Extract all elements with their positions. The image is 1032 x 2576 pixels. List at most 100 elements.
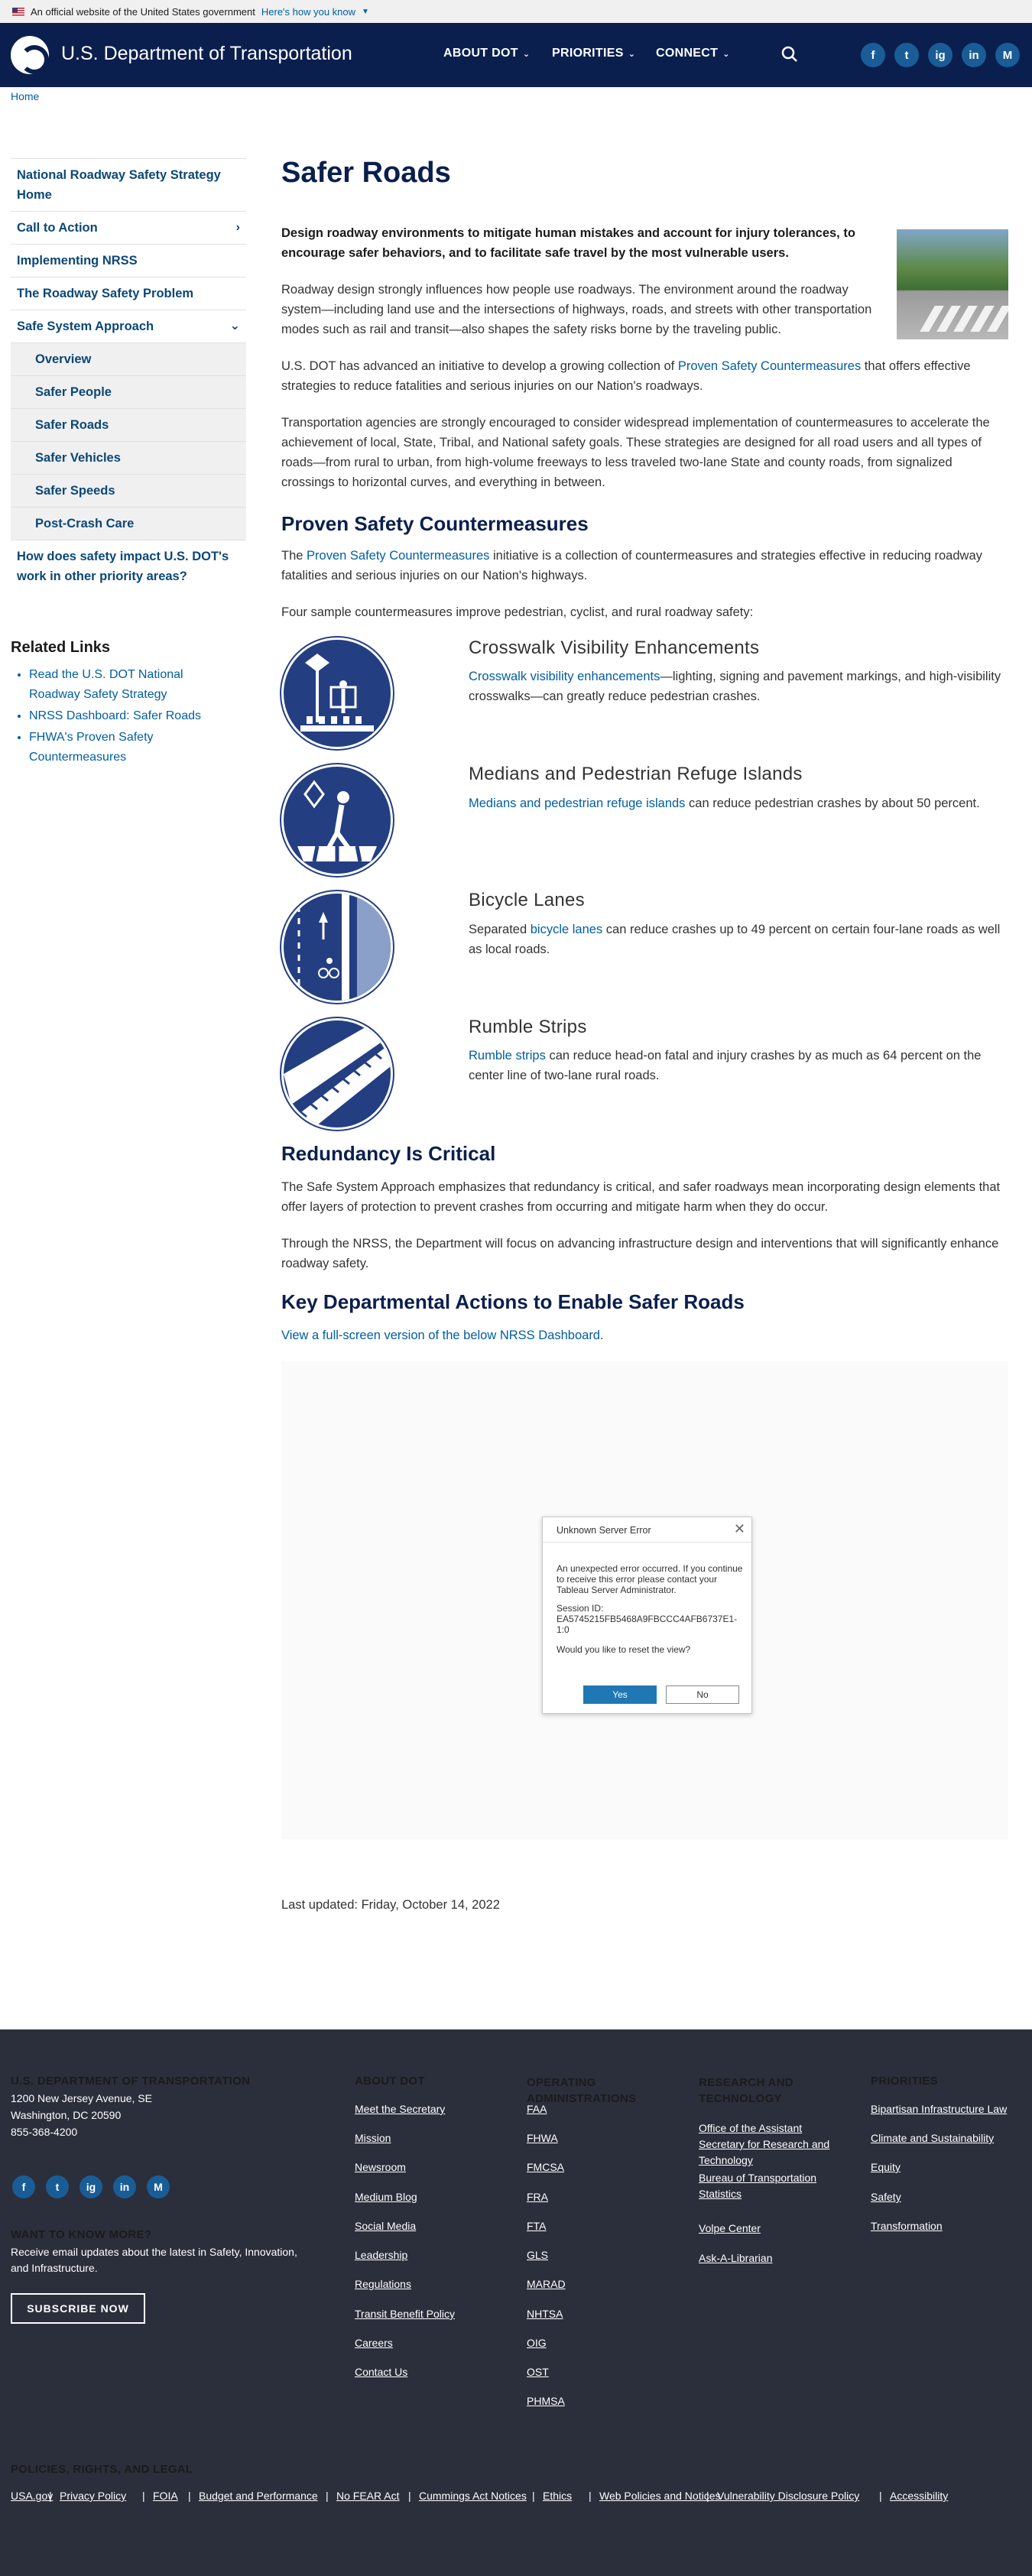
twitter-icon[interactable]: t — [894, 43, 919, 67]
close-icon[interactable]: ✕ — [734, 1521, 745, 1537]
footer-separator: | — [879, 2490, 882, 2502]
footer-about-link-5[interactable]: Leadership — [355, 2249, 407, 2261]
side-nav: National Roadway Safety Strategy Home Ca… — [11, 158, 246, 592]
sidebar-item-post-crash-care[interactable]: Post-Crash Care — [11, 507, 246, 540]
medium-icon[interactable]: M — [995, 43, 1020, 67]
footer-rt-link-0[interactable]: Office of the Assistant Secretary for Re… — [699, 2120, 836, 2169]
linkedin-icon[interactable]: in — [962, 43, 986, 67]
search-icon[interactable] — [781, 46, 798, 63]
psc-initiative-link[interactable]: Proven Safety Countermeasures — [307, 549, 489, 563]
footer-op-link-4[interactable]: FTA — [527, 2220, 546, 2232]
footer-op-link-9[interactable]: OST — [527, 2366, 549, 2378]
error-dialog: Unknown Server Error ✕ An unexpected err… — [542, 1517, 752, 1714]
facebook-icon[interactable]: f — [861, 43, 885, 67]
breadcrumb-home[interactable]: Home — [11, 90, 39, 102]
footer-separator: | — [532, 2490, 535, 2502]
footer-policy-link-8[interactable]: Vulnerability Disclosure Policy — [717, 2490, 859, 2502]
footer-policy-link-9[interactable]: Accessibility — [890, 2490, 948, 2502]
footer-about-link-2[interactable]: Newsroom — [355, 2161, 406, 2173]
sidebar-item-safer-vehicles[interactable]: Safer Vehicles — [11, 441, 246, 474]
footer-instagram-icon[interactable]: ig — [80, 2175, 102, 2198]
related-link-fhwa[interactable]: FHWA's Proven Safety Countermeasures — [29, 731, 154, 764]
proven-safety-countermeasures-link[interactable]: Proven Safety Countermeasures — [678, 359, 861, 373]
footer-op-link-3[interactable]: FRA — [527, 2191, 548, 2203]
footer-rt-link-2[interactable]: Volpe Center — [699, 2221, 836, 2237]
footer-policy-link-0[interactable]: USA.gov — [11, 2490, 53, 2502]
footer-policy-link-2[interactable]: FOIA — [153, 2490, 178, 2502]
footer-policy-link-4[interactable]: No FEAR Act — [336, 2490, 399, 2502]
footer-op-link-7[interactable]: NHTSA — [527, 2308, 563, 2320]
footer-twitter-icon[interactable]: t — [46, 2175, 69, 2198]
footer-about-link-6[interactable]: Regulations — [355, 2278, 411, 2290]
footer-about-link-7[interactable]: Transit Benefit Policy — [355, 2308, 455, 2320]
related-link-nrss[interactable]: Read the U.S. DOT National Roadway Safet… — [29, 668, 183, 701]
footer-about-link-3[interactable]: Medium Blog — [355, 2191, 417, 2203]
footer-medium-icon[interactable]: M — [147, 2175, 170, 2198]
footer-op-link-6[interactable]: MARAD — [527, 2278, 566, 2290]
crosswalk-link[interactable]: Crosswalk visibility enhancements — [469, 670, 660, 683]
dot-logo-icon[interactable] — [11, 36, 49, 74]
footer-separator: | — [326, 2490, 329, 2502]
sidebar-item-roadway-safety-problem[interactable]: The Roadway Safety Problem — [11, 277, 246, 310]
footer-rt-link-3[interactable]: Ask-A-Librarian — [699, 2250, 836, 2266]
footer-facebook-icon[interactable]: f — [12, 2175, 35, 2198]
dialog-no-button[interactable]: No — [666, 1685, 739, 1704]
sidebar-item-safer-speeds[interactable]: Safer Speeds — [11, 474, 246, 507]
footer-priorities-link-0[interactable]: Bipartisan Infrastructure Law — [871, 2103, 1007, 2115]
footer-about-link-9[interactable]: Contact Us — [355, 2366, 407, 2378]
related-link-dashboard[interactable]: NRSS Dashboard: Safer Roads — [29, 709, 201, 722]
footer-op-link-8[interactable]: OIG — [527, 2337, 547, 2349]
medians-link[interactable]: Medians and pedestrian refuge islands — [469, 796, 685, 810]
footer-policy-link-6[interactable]: Ethics — [543, 2490, 572, 2502]
dialog-yes-button[interactable]: Yes — [583, 1685, 657, 1704]
sidebar-item-safe-system-approach[interactable]: Safe System Approach ⌄ — [11, 310, 246, 342]
nav-about-dot[interactable]: ABOUT DOT ⌄ — [443, 47, 530, 60]
sidebar-item-implementing-nrss[interactable]: Implementing NRSS — [11, 244, 246, 277]
bicycle-lanes-link[interactable]: bicycle lanes — [531, 923, 602, 936]
agencies-paragraph: Transportation agencies are strongly enc… — [281, 416, 990, 489]
footer-rt-link-1[interactable]: Bureau of Transportation Statistics — [699, 2170, 836, 2202]
footer-separator: | — [49, 2490, 52, 2502]
footer-priorities-link-3[interactable]: Safety — [871, 2191, 901, 2203]
footer-linkedin-icon[interactable]: in — [113, 2175, 136, 2198]
nav-connect[interactable]: CONNECT ⌄ — [656, 47, 730, 60]
footer-policy-link-3[interactable]: Budget and Performance — [199, 2490, 318, 2502]
sidebar-item-nrss-home[interactable]: National Roadway Safety Strategy Home — [11, 158, 246, 211]
sidebar-item-call-to-action[interactable]: Call to Action › — [11, 211, 246, 244]
footer-about-link-8[interactable]: Careers — [355, 2337, 393, 2349]
footer-op-link-5[interactable]: GLS — [527, 2249, 548, 2261]
footer-policy-link-1[interactable]: Privacy Policy — [60, 2490, 126, 2502]
footer-op-link-1[interactable]: FHWA — [527, 2132, 558, 2144]
chevron-down-icon[interactable]: ▼ — [362, 8, 369, 16]
heres-how-you-know-link[interactable]: Here's how you know — [261, 6, 355, 18]
footer-separator: | — [142, 2490, 145, 2502]
instagram-icon[interactable]: ig — [928, 43, 952, 67]
footer-op-link-0[interactable]: FAA — [527, 2103, 547, 2115]
footer-address-1: 1200 New Jersey Avenue, SE — [11, 2092, 152, 2104]
footer-about-link-1[interactable]: Mission — [355, 2132, 391, 2144]
rumble-strips-link[interactable]: Rumble strips — [469, 1049, 546, 1063]
footer-policy-link-5[interactable]: Cummings Act Notices — [419, 2490, 527, 2502]
nav-priorities[interactable]: PRIORITIES ⌄ — [552, 47, 635, 60]
rumble-strips-text: Rumble strips can reduce head-on fatal a… — [469, 1049, 982, 1082]
sidebar-item-safer-roads[interactable]: Safer Roads — [11, 408, 246, 441]
footer-priorities-link-2[interactable]: Equity — [871, 2161, 901, 2173]
footer-separator: | — [706, 2490, 709, 2502]
sidebar-item-priority-areas[interactable]: How does safety impact U.S. DOT's work i… — [11, 540, 246, 592]
sidebar-item-safer-people[interactable]: Safer People — [11, 375, 246, 408]
footer-priorities-link-4[interactable]: Transformation — [871, 2220, 943, 2232]
site-title[interactable]: U.S. Department of Transportation — [61, 43, 352, 65]
chevron-down-icon: ⌄ — [628, 50, 636, 59]
footer-about-link-0[interactable]: Meet the Secretary — [355, 2103, 445, 2115]
psc-intro: Four sample countermeasures improve pede… — [281, 605, 754, 619]
footer-policy-link-7[interactable]: Web Policies and Notices — [599, 2490, 720, 2502]
full-screen-dashboard-link[interactable]: View a full-screen version of the below … — [281, 1329, 600, 1342]
footer-op-link-10[interactable]: PHMSA — [527, 2395, 565, 2407]
sidebar-item-overview[interactable]: Overview — [11, 342, 246, 375]
footer-op-link-2[interactable]: FMCSA — [527, 2161, 564, 2173]
footer-about-link-4[interactable]: Social Media — [355, 2220, 416, 2232]
subscribe-button[interactable]: SUBSCRIBE NOW — [11, 2293, 145, 2324]
footer-rt-title: RESEARCH AND TECHNOLOGY — [699, 2076, 793, 2105]
want-to-know-title: WANT TO KNOW MORE? — [11, 2228, 152, 2241]
footer-priorities-link-1[interactable]: Climate and Sustainability — [871, 2132, 994, 2144]
